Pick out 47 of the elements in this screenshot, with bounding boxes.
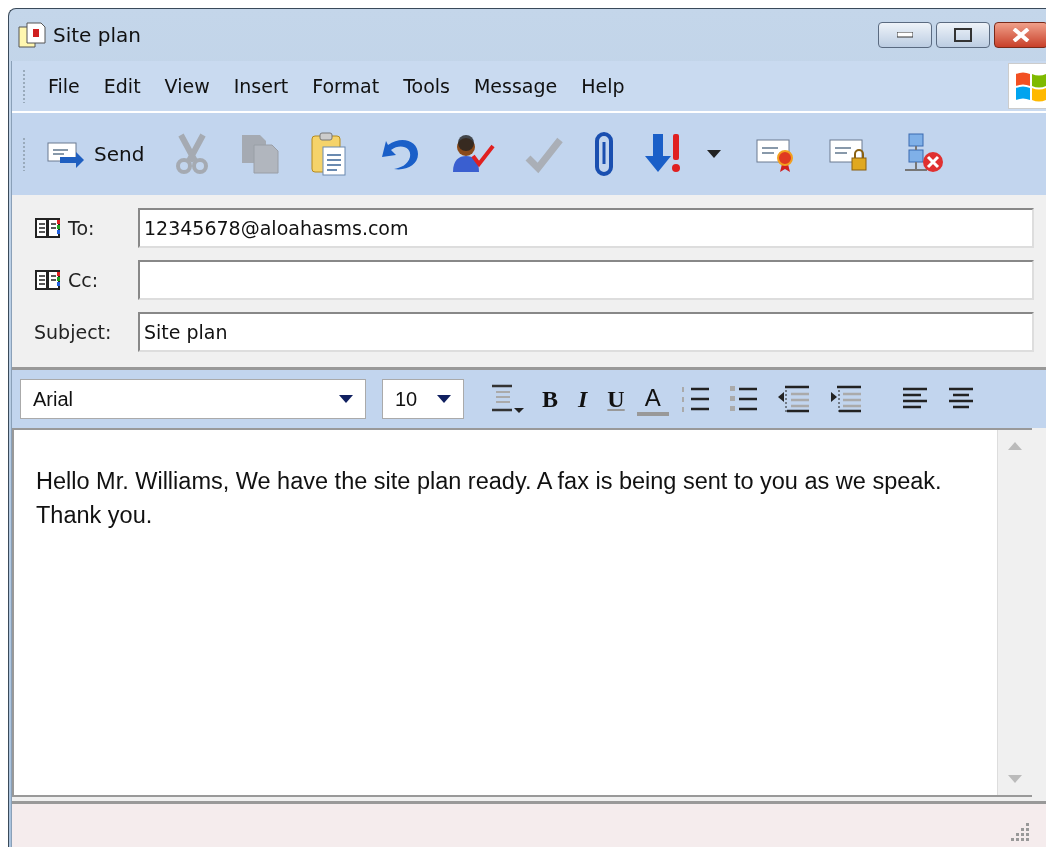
maximize-icon bbox=[954, 28, 972, 42]
document-icon bbox=[17, 21, 47, 49]
menu-item[interactable]: File bbox=[38, 71, 90, 101]
field-label: To: bbox=[68, 217, 95, 239]
increase-indent-icon bbox=[828, 384, 863, 414]
menu-item[interactable]: Edit bbox=[93, 71, 151, 101]
bold-button[interactable]: B bbox=[534, 383, 566, 415]
close-icon bbox=[1012, 28, 1030, 42]
person-check-icon bbox=[451, 134, 496, 174]
menu-item[interactable]: Message bbox=[463, 71, 568, 101]
scroll-down-icon bbox=[1008, 775, 1022, 783]
minimize-button[interactable] bbox=[878, 22, 932, 48]
menu-item[interactable]: Insert bbox=[223, 71, 299, 101]
close-button[interactable] bbox=[994, 22, 1046, 48]
color-button[interactable]: A bbox=[636, 382, 669, 416]
bulleted-list-icon bbox=[728, 385, 759, 413]
window-title: Site plan bbox=[53, 23, 141, 47]
menu-item[interactable]: Tools bbox=[393, 71, 460, 101]
menu-item[interactable]: Format bbox=[302, 71, 390, 101]
minimize-icon bbox=[897, 32, 913, 38]
address-book-icon bbox=[34, 268, 62, 292]
resize-grip-icon bbox=[1010, 823, 1030, 841]
envelope-arrow-icon bbox=[46, 139, 86, 169]
numbered-list-icon bbox=[680, 385, 711, 413]
underline-button[interactable]: U bbox=[599, 383, 633, 415]
input-field[interactable]: 12345678@aloahasms.com bbox=[138, 208, 1034, 248]
decrease-indent-icon bbox=[776, 384, 811, 414]
caret-icon bbox=[707, 150, 722, 158]
caret-icon bbox=[437, 395, 451, 403]
italic-button[interactable]: I bbox=[570, 383, 596, 415]
scroll-up-icon bbox=[1008, 442, 1022, 450]
scrollbar[interactable] bbox=[997, 430, 1032, 795]
paperclip-icon bbox=[593, 132, 616, 176]
maximize-button[interactable] bbox=[936, 22, 990, 48]
caret-icon bbox=[339, 395, 353, 403]
field-label: Subject: bbox=[34, 321, 112, 343]
send-button[interactable]: Send bbox=[38, 135, 153, 173]
field-label: Cc: bbox=[68, 269, 99, 291]
font-size-dropdown[interactable]: 10 bbox=[382, 379, 464, 419]
menu-item[interactable]: Help bbox=[571, 71, 635, 101]
font-dropdown[interactable]: Arial bbox=[20, 379, 366, 419]
copy-icon bbox=[240, 133, 281, 175]
menu-item[interactable]: View bbox=[154, 71, 220, 101]
input-field[interactable]: Site plan bbox=[138, 312, 1034, 352]
paragraph-style-icon bbox=[490, 384, 524, 414]
address-book-icon bbox=[34, 216, 62, 240]
input-field[interactable] bbox=[138, 260, 1034, 300]
